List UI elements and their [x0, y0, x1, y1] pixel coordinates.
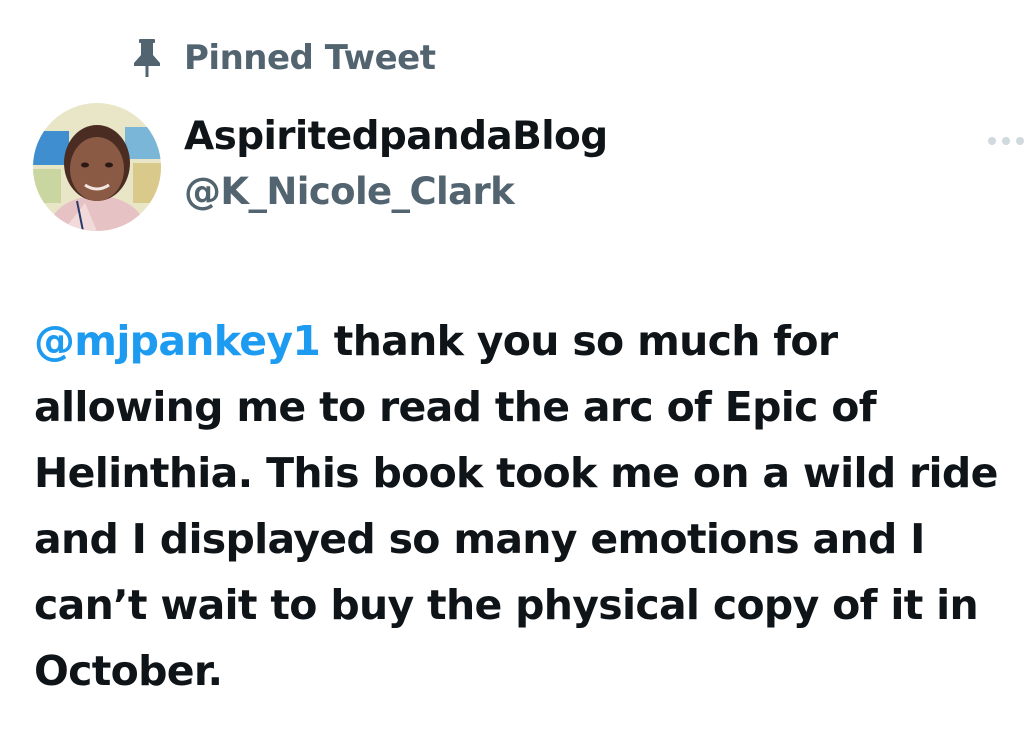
- author-display-name[interactable]: AspiritedpandaBlog: [184, 114, 608, 159]
- pin-icon: [134, 39, 160, 77]
- avatar[interactable]: [33, 103, 161, 231]
- mention-link[interactable]: @mjpankey1: [34, 317, 321, 365]
- tweet-line: can’t wait to buy the physical copy of i…: [34, 581, 979, 629]
- tweet-line: Helinthia. This book took me on a wild r…: [34, 449, 998, 497]
- tweet-line: October.: [34, 647, 223, 695]
- pinned-label: Pinned Tweet: [184, 38, 436, 78]
- pinned-indicator: Pinned Tweet: [132, 34, 436, 82]
- tweet-line: and I displayed so many emotions and I: [34, 515, 925, 563]
- tweet-line: @mjpankey1 thank you so much for: [34, 308, 1024, 374]
- pinned-tweet[interactable]: Pinned Tweet AspiritedpandaBlog @K_Nicol…: [0, 0, 1024, 740]
- more-horizontal-icon[interactable]: [986, 134, 1024, 148]
- tweet-line: allowing me to read the arc of Epic of: [34, 383, 877, 431]
- tweet-text: @mjpankey1 thank you so much for allowin…: [34, 308, 1024, 704]
- tweet-line-text: thank you so much for: [320, 317, 838, 365]
- author-handle[interactable]: @K_Nicole_Clark: [184, 170, 515, 213]
